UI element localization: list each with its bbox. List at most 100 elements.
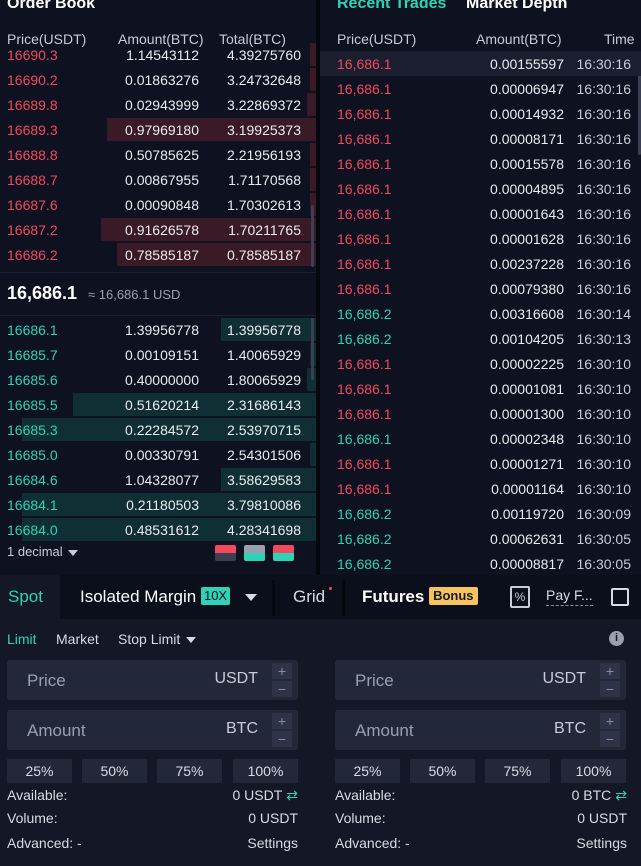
trade-time: 16:30:05 — [576, 531, 632, 547]
buy-amount-input[interactable]: Amount BTC + − — [7, 710, 298, 750]
pay-fee-toggle[interactable]: Pay F... — [546, 587, 593, 606]
bid-row[interactable]: 16685.5 0.51620214 2.31686143 — [0, 392, 316, 417]
trade-price: 16,686.1 — [337, 381, 392, 397]
trade-price: 16,686.1 — [337, 131, 392, 147]
bid-price: 16685.5 — [7, 397, 58, 413]
bid-price: 16684.6 — [7, 472, 58, 488]
bid-total: 3.79810086 — [227, 497, 301, 513]
trade-amount: 0.00001300 — [490, 406, 564, 422]
buy-available-label: Available: — [7, 787, 68, 803]
ask-price: 16690.2 — [7, 72, 58, 88]
buy-settings-link[interactable]: Settings — [247, 835, 298, 851]
stop-limit-label: Stop Limit — [118, 631, 181, 647]
ask-total: 4.39275760 — [227, 47, 301, 63]
buy-pct-25[interactable]: 25% — [7, 759, 72, 783]
bid-row[interactable]: 16685.3 0.22284572 2.53970715 — [0, 417, 316, 442]
ask-price: 16689.3 — [7, 122, 58, 138]
order-type-limit[interactable]: Limit — [7, 631, 37, 647]
swap-icon[interactable]: ⇄ — [615, 787, 627, 803]
ask-row[interactable]: 16689.8 0.02943999 3.22869372 — [0, 92, 316, 117]
bid-total: 2.54301506 — [227, 447, 301, 463]
sell-pct-50[interactable]: 50% — [410, 759, 475, 783]
increment-icon[interactable]: + — [272, 663, 292, 679]
ask-row[interactable]: 16688.7 0.00867955 1.71170568 — [0, 167, 316, 192]
sell-amount-unit: BTC — [554, 720, 586, 737]
bid-amount: 0.00330791 — [125, 447, 199, 463]
trade-row: 16,686.2 0.00104205 16:30:13 — [320, 326, 641, 351]
trade-amount: 0.00001164 — [491, 481, 564, 497]
sell-settings-link[interactable]: Settings — [576, 835, 627, 851]
tab-spot[interactable]: Spot — [0, 575, 60, 619]
increment-icon[interactable]: + — [600, 713, 620, 729]
decrement-icon[interactable]: − — [600, 681, 620, 697]
sell-pct-100[interactable]: 100% — [561, 759, 626, 783]
bid-row[interactable]: 16684.1 0.21180503 3.79810086 — [0, 492, 316, 517]
trade-time: 16:30:16 — [576, 181, 632, 197]
ask-row[interactable]: 16690.3 1.14543112 4.39275760 — [0, 42, 316, 67]
decrement-icon[interactable]: − — [600, 731, 620, 747]
trade-time: 16:30:16 — [576, 81, 632, 97]
order-book-title: Order Book — [7, 0, 96, 12]
trade-time: 16:30:10 — [576, 481, 632, 497]
pay-fee-checkbox[interactable] — [611, 588, 629, 606]
bid-amount: 1.04328077 — [125, 472, 199, 488]
tab-futures[interactable]: Futures Bonus — [362, 575, 478, 619]
buy-pct-75[interactable]: 75% — [157, 759, 222, 783]
trade-row: 16,686.1 0.00155597 16:30:16 — [320, 51, 641, 76]
trade-row: 16,686.1 0.00001643 16:30:16 — [320, 201, 641, 226]
decrement-icon[interactable]: − — [272, 731, 292, 747]
ask-row[interactable]: 16686.2 0.78585187 0.78585187 — [0, 242, 316, 267]
tab-grid[interactable]: Grid — [293, 575, 325, 619]
ask-row[interactable]: 16687.2 0.91626578 1.70211765 — [0, 217, 316, 242]
sell-pct-25[interactable]: 25% — [335, 759, 400, 783]
order-type-market[interactable]: Market — [56, 631, 99, 647]
bid-total: 2.53970715 — [227, 422, 301, 438]
swap-icon[interactable]: ⇄ — [286, 787, 298, 803]
increment-icon[interactable]: + — [272, 713, 292, 729]
layout-bids-icon[interactable] — [244, 545, 265, 561]
trade-amount: 0.00001081 — [490, 381, 564, 397]
sell-advanced[interactable]: Advanced: - — [335, 835, 410, 851]
buy-advanced[interactable]: Advanced: - — [7, 835, 82, 851]
sell-volume-value: 0 USDT — [577, 810, 627, 826]
decimal-select[interactable]: 1 decimal — [7, 544, 78, 559]
percent-icon[interactable]: % — [510, 586, 530, 608]
ask-amount: 1.14543112 — [126, 47, 199, 63]
layout-asks-icon[interactable] — [273, 545, 294, 561]
sell-price-input[interactable]: Price USDT + − — [335, 660, 626, 700]
buy-pct-50[interactable]: 50% — [82, 759, 147, 783]
bid-row[interactable]: 16686.1 1.39956778 1.39956778 — [0, 317, 316, 342]
bid-row[interactable]: 16685.0 0.00330791 2.54301506 — [0, 442, 316, 467]
trade-amount: 0.00062631 — [490, 531, 564, 547]
order-type-stop-limit[interactable]: Stop Limit — [118, 631, 197, 647]
asks-scrollbar[interactable] — [311, 205, 314, 267]
bid-row[interactable]: 16685.7 0.00109151 1.40065929 — [0, 342, 316, 367]
increment-icon[interactable]: + — [600, 663, 620, 679]
tab-isolated-margin[interactable]: Isolated Margin 10X — [80, 575, 257, 619]
sell-amount-input[interactable]: Amount BTC + − — [335, 710, 626, 750]
trade-time: 16:30:10 — [576, 456, 632, 472]
ask-row[interactable]: 16687.6 0.00090848 1.70302613 — [0, 192, 316, 217]
bid-row[interactable]: 16684.6 1.04328077 3.58629583 — [0, 467, 316, 492]
info-icon[interactable]: i — [609, 631, 624, 646]
trade-price: 16,686.2 — [337, 506, 392, 522]
ask-row[interactable]: 16690.2 0.01863276 3.24732648 — [0, 67, 316, 92]
tab-recent-trades[interactable]: Recent Trades — [337, 0, 446, 13]
trade-time: 16:30:05 — [576, 556, 632, 572]
decrement-icon[interactable]: − — [272, 681, 292, 697]
bid-row[interactable]: 16685.6 0.40000000 1.80065929 — [0, 367, 316, 392]
layout-both-icon[interactable] — [215, 545, 236, 561]
buy-pct-100[interactable]: 100% — [233, 759, 298, 783]
ask-row[interactable]: 16688.8 0.50785625 2.21956193 — [0, 142, 316, 167]
trade-amount: 0.00237228 — [490, 256, 564, 272]
bid-amount: 0.21180503 — [126, 497, 199, 513]
sell-pct-75[interactable]: 75% — [485, 759, 550, 783]
bid-price: 16685.3 — [7, 422, 58, 438]
trade-amount: 0.00006947 — [490, 81, 564, 97]
bids-scrollbar[interactable] — [311, 318, 314, 380]
tab-market-depth[interactable]: Market Depth — [466, 0, 567, 13]
trade-price: 16,686.2 — [337, 556, 392, 572]
trade-amount: 0.00008171 — [490, 131, 564, 147]
buy-price-input[interactable]: Price USDT + − — [7, 660, 298, 700]
ask-row[interactable]: 16689.3 0.97969180 3.19925373 — [0, 117, 316, 142]
